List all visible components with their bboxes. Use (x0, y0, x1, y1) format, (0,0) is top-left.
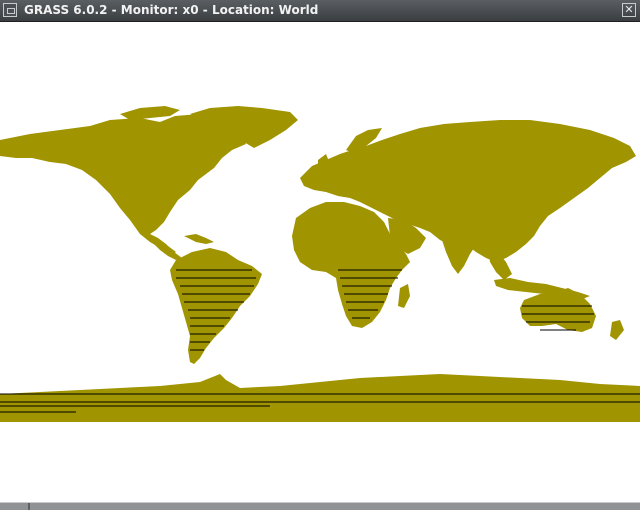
map-display[interactable] (0, 22, 640, 502)
close-icon[interactable]: ✕ (622, 3, 636, 17)
window-title: GRASS 6.0.2 - Monitor: x0 - Location: Wo… (24, 3, 319, 17)
window-menu-icon[interactable] (3, 3, 17, 17)
south-america (170, 248, 262, 364)
world-map (0, 106, 640, 422)
caribbean (184, 234, 214, 244)
status-separator (28, 503, 30, 510)
title-bar[interactable]: GRASS 6.0.2 - Monitor: x0 - Location: Wo… (0, 0, 640, 22)
north-america (0, 114, 246, 256)
status-bar (0, 502, 640, 510)
central-america (150, 234, 182, 260)
monitor-window: GRASS 6.0.2 - Monitor: x0 - Location: Wo… (0, 0, 640, 510)
madagascar (398, 284, 410, 308)
land-layer (0, 106, 640, 422)
new-zealand (610, 320, 624, 340)
antarctica (0, 374, 640, 422)
